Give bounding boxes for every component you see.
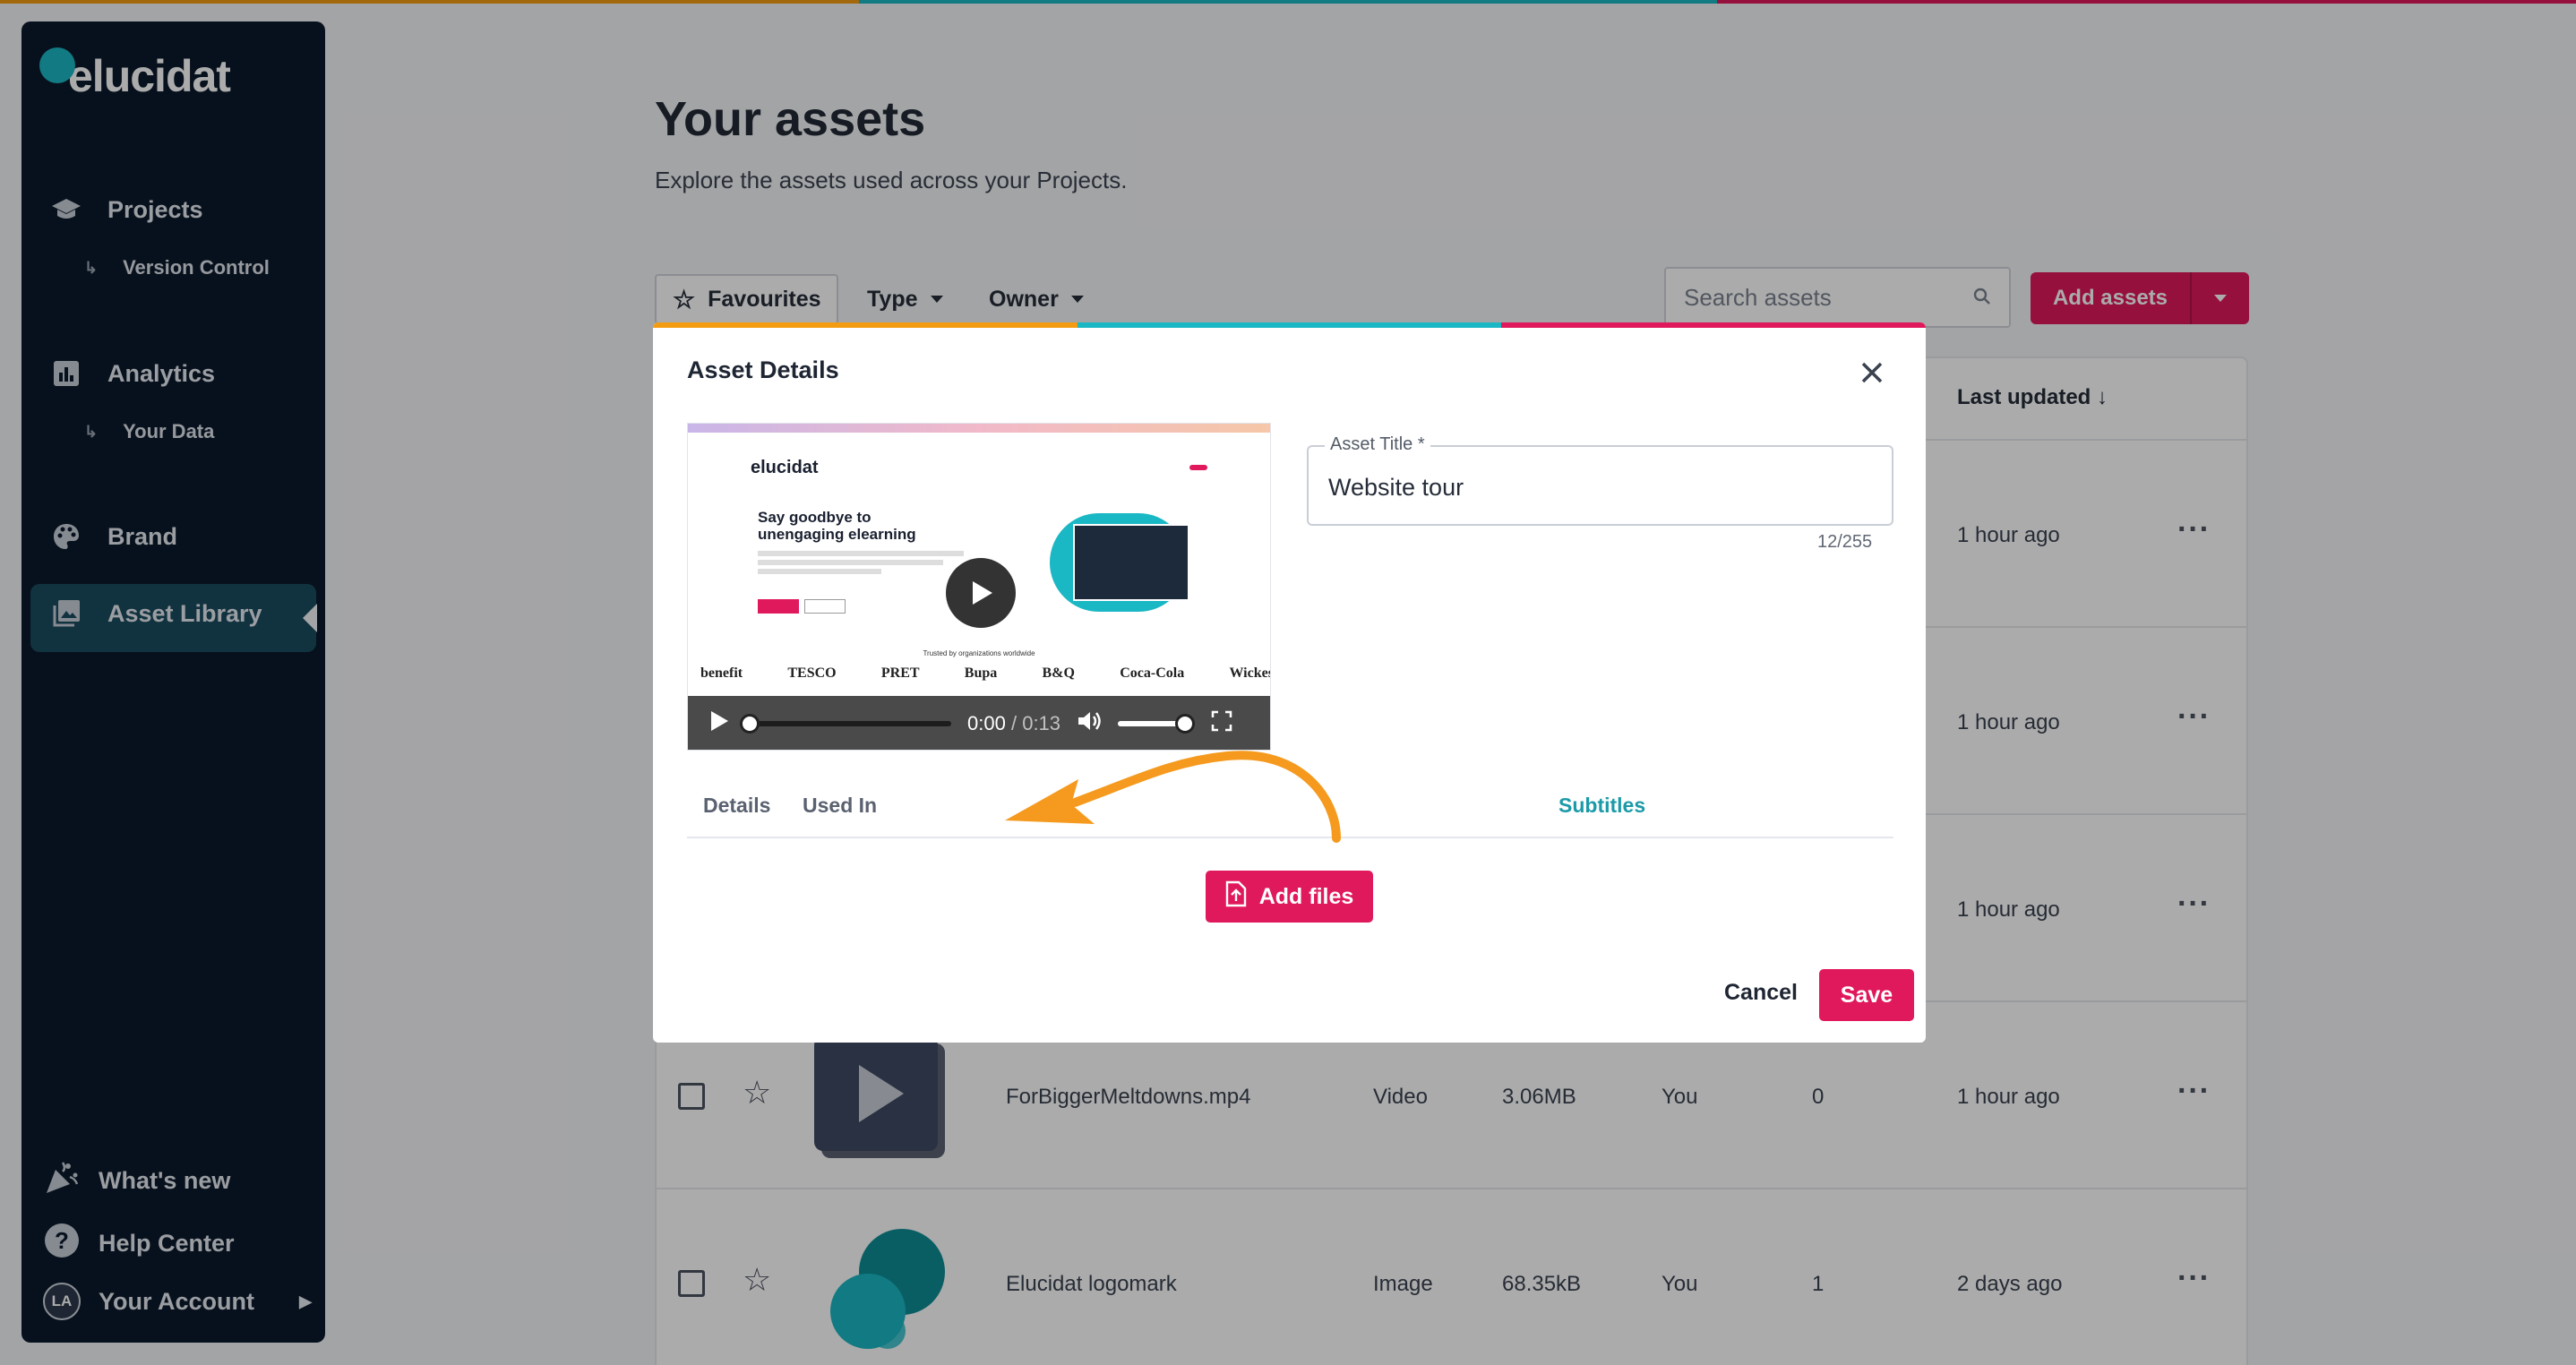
- volume-slider[interactable]: [1118, 714, 1196, 734]
- video-preview-headline: Say goodbye to unengaging elearning: [758, 509, 916, 543]
- video-preview-text-block: [758, 551, 964, 574]
- annotation-arrow: [1005, 751, 1341, 843]
- asset-title-label: Asset Title *: [1325, 434, 1430, 455]
- video-time: 0:00 / 0:13: [967, 712, 1061, 734]
- video-progress-slider[interactable]: [740, 714, 951, 734]
- file-upload-icon: [1225, 880, 1247, 914]
- video-player[interactable]: elucidat Say goodbye to unengaging elear…: [687, 423, 1271, 751]
- add-files-button[interactable]: Add files: [1206, 871, 1373, 923]
- progress-thumb[interactable]: [740, 714, 760, 734]
- modal-color-stripe: [653, 322, 1926, 328]
- play-icon[interactable]: [709, 710, 729, 737]
- fullscreen-icon[interactable]: [1211, 710, 1232, 737]
- big-play-icon[interactable]: [946, 558, 1016, 628]
- volume-thumb[interactable]: [1175, 714, 1196, 734]
- video-preview-card: [1073, 524, 1189, 601]
- tab-used-in[interactable]: Used In: [803, 794, 877, 832]
- asset-title-value: Website tour: [1328, 474, 1464, 501]
- video-preview-cta: [758, 599, 799, 614]
- video-preview-browser-bar: [688, 424, 1270, 433]
- video-preview-nav: elucidat: [688, 454, 1270, 481]
- video-preview-demo-button: [1189, 465, 1207, 470]
- modal-title: Asset Details: [687, 356, 839, 383]
- video-preview-cta-secondary: [804, 599, 846, 614]
- video-preview-brand-logos: benefit TESCO PRET Bupa B&Q Coca-Cola Wi…: [700, 665, 1271, 681]
- tab-subtitles[interactable]: Subtitles: [1558, 794, 1645, 832]
- character-count: 12/255: [1817, 532, 1873, 552]
- save-button[interactable]: Save: [1819, 969, 1914, 1021]
- asset-details-modal: Asset Details elucidat Say goodbye to un…: [653, 322, 1926, 1043]
- tab-details[interactable]: Details: [703, 794, 770, 832]
- asset-title-field[interactable]: Asset Title * Website tour: [1307, 434, 1893, 526]
- cancel-button[interactable]: Cancel: [1724, 980, 1798, 1006]
- close-icon[interactable]: [1854, 355, 1890, 391]
